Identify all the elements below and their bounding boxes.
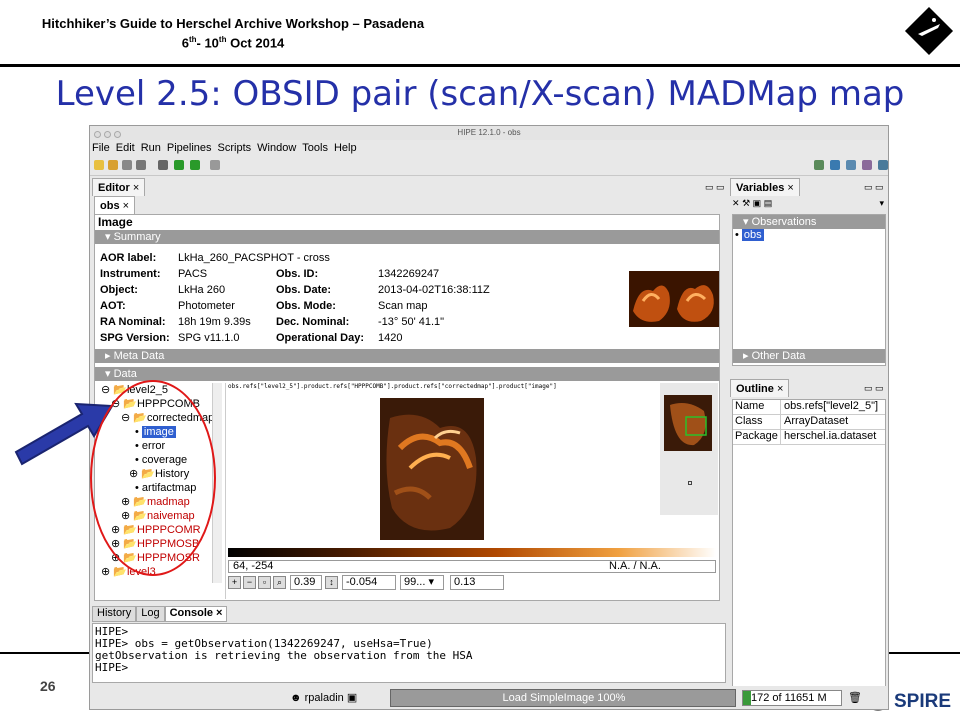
menu-run[interactable]: Run	[141, 142, 161, 154]
progress-label: Load SimpleImage 100%	[502, 692, 626, 704]
new-icon[interactable]	[94, 160, 104, 170]
open-icon[interactable]	[108, 160, 118, 170]
status-bar: ☻ rpaladin ▣ Load SimpleImage 100% 172 o…	[90, 686, 888, 709]
tools-small-icon[interactable]: ⚒	[742, 198, 750, 208]
print-icon[interactable]	[136, 160, 146, 170]
filter-icon[interactable]: ▣	[753, 198, 762, 208]
header-line-1: Hitchhiker’s Guide to Herschel Archive W…	[41, 16, 425, 31]
tab-history[interactable]: History	[92, 606, 137, 622]
outline-row: Name obs.refs["level2_5"]	[733, 400, 885, 415]
slide-header: Hitchhiker’s Guide to Herschel Archive W…	[18, 16, 448, 51]
delete-icon[interactable]: ✕	[732, 198, 740, 208]
editor-panel-controls[interactable]: ▭ ▭	[705, 182, 725, 193]
debug-icon[interactable]	[210, 160, 220, 170]
summary-left-keys: AOR label: Instrument: Object: AOT: RA Nomin…	[100, 252, 170, 344]
status-user: ☻ rpaladin ▣	[290, 692, 358, 704]
tab-editor[interactable]: Editor ×	[92, 178, 146, 196]
variables-panel-controls[interactable]: ▭ ▭	[864, 182, 884, 193]
zoom-in-icon[interactable]: +	[228, 576, 241, 589]
value-readout: N.A. / N.A.	[609, 560, 661, 572]
slide: { "header": {"line1": "Hitchhiker’s Guid…	[0, 0, 960, 720]
menu-file[interactable]: File	[92, 142, 110, 154]
window-titlebar: HIPE 12.1.0 - obs	[90, 126, 888, 140]
outline-row: Class ArrayDataset	[733, 415, 885, 430]
image-viewer: obs.refs["level2_5"].product.refs["HPPPC…	[225, 383, 719, 599]
menu-edit[interactable]: Edit	[116, 142, 135, 154]
console-panel[interactable]: HIPE> HIPE> obs = getObservation(13422692…	[92, 623, 726, 683]
outline-panel: Name obs.refs["level2_5"] Class ArrayDatas…	[732, 399, 886, 699]
page-number: 26	[40, 678, 56, 694]
herschel-logo-icon	[904, 6, 954, 56]
refresh-icon[interactable]	[878, 160, 888, 170]
variables-toolbar: ✕ ⚒ ▣ ▤ ▾	[732, 198, 886, 212]
observations-header[interactable]: ▾ Observations	[733, 215, 885, 229]
window-title: HIPE 12.1.0 - obs	[457, 128, 521, 137]
menu-pipelines[interactable]: Pipelines	[167, 142, 212, 154]
zoom-out-icon[interactable]: −	[243, 576, 256, 589]
summary-section-header[interactable]: ▾ Summary	[95, 230, 719, 244]
tools-icon[interactable]	[862, 160, 872, 170]
cut-mode-select[interactable]: 99... ▾	[400, 575, 444, 590]
summary-thumbnail	[629, 271, 719, 327]
bottom-tab-bar: History Log Console ×	[92, 606, 726, 624]
memory-indicator[interactable]: 172 of 11651 M	[742, 690, 842, 706]
cut-low-field[interactable]: -0.054	[342, 575, 396, 590]
data-section-header[interactable]: ▾ Data	[95, 367, 719, 381]
zoom-icon[interactable]: ⌕	[273, 576, 286, 589]
header-line-2: 6th- 10th Oct 2014	[181, 35, 285, 51]
other-data-header[interactable]: ▸ Other Data	[733, 349, 885, 363]
console-output: HIPE> HIPE> obs = getObservation(13422692…	[95, 625, 473, 674]
summary-right-keys: Obs. ID: Obs. Date: Obs. Mode: Dec. Nominal…	[276, 268, 365, 344]
navigator-thumbnail[interactable]	[664, 395, 712, 451]
run-all-icon[interactable]	[190, 160, 200, 170]
save-icon[interactable]	[122, 160, 132, 170]
outline-panel-controls[interactable]: ▭ ▭	[864, 383, 884, 394]
tab-obs[interactable]: obs ×	[94, 196, 136, 214]
zoom-field[interactable]: 0.39	[290, 575, 322, 590]
obs-variable[interactable]: • obs	[733, 229, 885, 243]
menu-help[interactable]: Help	[334, 142, 357, 154]
tab-variables[interactable]: Variables ×	[730, 178, 800, 196]
tab-outline[interactable]: Outline ×	[730, 379, 790, 397]
image-canvas[interactable]	[380, 398, 484, 540]
perspective-icon[interactable]	[814, 160, 824, 170]
summary-right-values: 1342269247 2013-04-02T16:38:11Z Scan map -1…	[378, 268, 490, 344]
image-path: obs.refs["level2_5"].product.refs["HPPPC…	[228, 383, 557, 390]
hipe-window: HIPE 12.1.0 - obs File Edit Run Pipelines Sc…	[89, 125, 889, 710]
header-rule	[0, 64, 960, 67]
svg-text:SPIRE: SPIRE	[894, 691, 951, 712]
menu-window[interactable]: Window	[257, 142, 296, 154]
readout-bar: 64, -254 N.A. / N.A.	[228, 560, 716, 573]
zoom-fit-icon[interactable]: ▫	[258, 576, 271, 589]
list-icon[interactable]: ▤	[764, 198, 773, 208]
tab-console[interactable]: Console ×	[164, 606, 228, 622]
tab-log[interactable]: Log	[136, 606, 165, 622]
colorbar	[228, 548, 716, 557]
menu-scripts[interactable]: Scripts	[218, 142, 252, 154]
status-progress-bar: Load SimpleImage 100%	[390, 689, 736, 707]
navigator-marker	[688, 481, 692, 485]
variables-panel: ▾ Observations • obs ▸ Other Data	[732, 214, 886, 366]
run-icon[interactable]	[174, 160, 184, 170]
search-icon[interactable]	[846, 160, 856, 170]
variables-menu-icon[interactable]: ▾	[879, 198, 884, 209]
globe-icon[interactable]	[830, 160, 840, 170]
gc-icon[interactable]: 🗑	[848, 691, 862, 704]
navigator-panel	[660, 383, 718, 515]
cursor-readout: 64, -254	[233, 560, 274, 572]
window-controls[interactable]	[94, 129, 124, 143]
outline-row: Package herschel.ia.dataset	[733, 430, 885, 445]
menu-tools[interactable]: Tools	[302, 142, 328, 154]
menu-bar: File Edit Run Pipelines Scripts Window Tools He…	[90, 140, 888, 156]
image-heading: Image	[98, 215, 133, 229]
meta-data-section-header[interactable]: ▸ Meta Data	[95, 349, 719, 363]
cut-high-field[interactable]: 0.13	[450, 575, 504, 590]
main-toolbar	[90, 156, 888, 176]
stop-icon[interactable]	[158, 160, 168, 170]
highlight-oval	[90, 380, 216, 576]
cut-stepper-icon[interactable]: ↕	[325, 576, 338, 589]
slide-title: Level 2.5: OBSID pair (scan/X-scan) MADM…	[55, 74, 905, 114]
